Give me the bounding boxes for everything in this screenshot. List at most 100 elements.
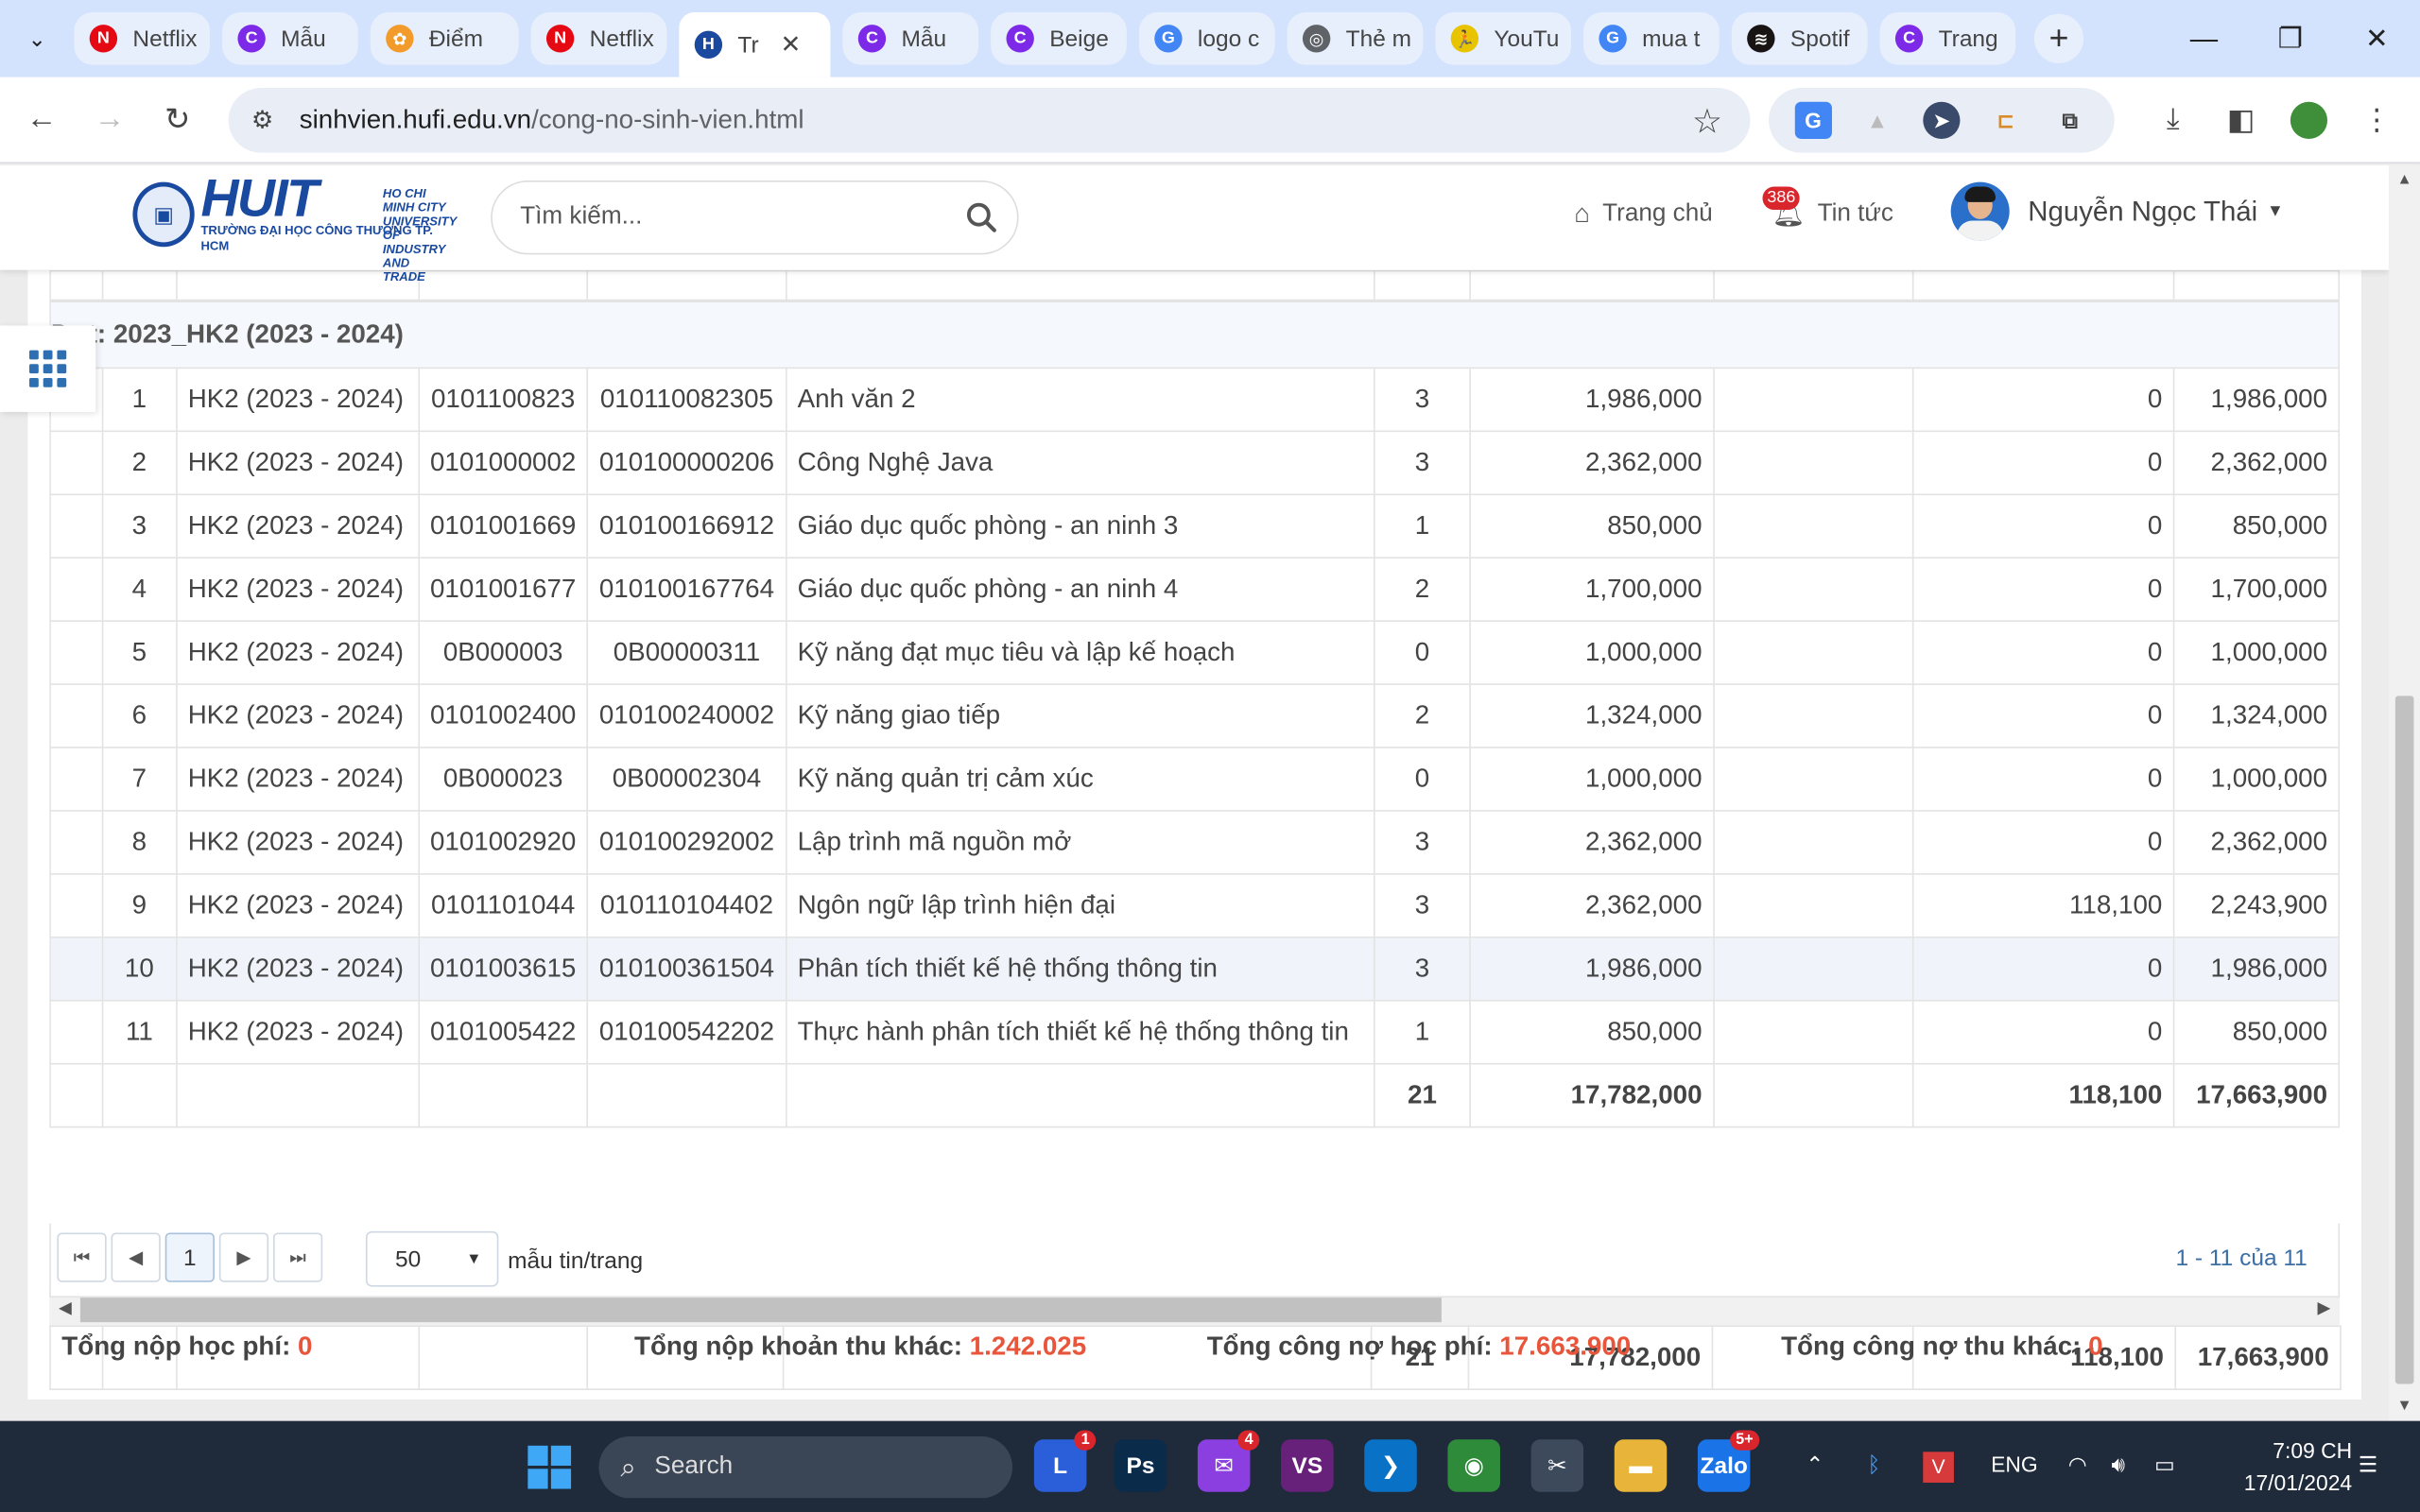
minimize-icon[interactable]: —: [2161, 0, 2247, 77]
browser-tab[interactable]: Glogo c: [1138, 12, 1275, 65]
row-class-code: 010100292002: [586, 810, 787, 875]
row-amount: 1,324,000: [1469, 683, 1715, 748]
restore-icon[interactable]: ❐: [2247, 0, 2333, 77]
vertical-scrollbar[interactable]: ▲ ▼: [2389, 164, 2420, 1421]
url-text[interactable]: sinhvien.hufi.edu.vn/cong-no-sinh-vien.h…: [300, 105, 804, 136]
visual-studio-icon[interactable]: VS: [1281, 1439, 1334, 1492]
close-window-icon[interactable]: ✕: [2334, 0, 2420, 77]
vivaldi-tray-icon[interactable]: V: [1923, 1452, 1954, 1483]
row-course-code: 0101101044: [417, 873, 589, 938]
forward-arrow-icon[interactable]: →: [76, 86, 144, 154]
browser-tab[interactable]: ≋ Spotif: [1731, 12, 1868, 65]
cursor-extension-icon[interactable]: ➤: [1923, 101, 1961, 139]
bookmark-star-icon[interactable]: ☆: [1692, 102, 1722, 142]
user-menu[interactable]: Nguyễn Ngọc Thái ▼: [1950, 181, 2284, 241]
table-row[interactable]: 6 HK2 (2023 - 2024) 0101002400 010100240002…: [49, 683, 2341, 748]
chrome-menu-icon[interactable]: ⋮: [2346, 91, 2408, 149]
table-row[interactable]: 11 HK2 (2023 - 2024) 0101005422 01010054220…: [49, 999, 2341, 1065]
tray-overflow-icon[interactable]: ⌃: [1806, 1452, 1824, 1478]
windows-start-icon[interactable]: [527, 1445, 572, 1489]
scroll-right-icon[interactable]: ▶: [2317, 1297, 2330, 1318]
search-icon[interactable]: [964, 200, 998, 234]
browser-tab[interactable]: C Trang: [1879, 12, 2016, 65]
vertical-scroll-thumb[interactable]: [2394, 696, 2414, 1384]
first-page-button[interactable]: ⏮: [57, 1232, 107, 1282]
last-page-button[interactable]: ⏭: [272, 1232, 323, 1282]
browser-tab[interactable]: ◎ Thẻ m: [1287, 12, 1424, 65]
browser-tab[interactable]: 🏃 YouTu: [1435, 12, 1572, 65]
browser-tab[interactable]: N Netflix: [530, 12, 667, 65]
table-row[interactable]: 7 HK2 (2023 - 2024) 0B000023 0B00002304 Kỹ n…: [49, 747, 2341, 812]
scroll-down-icon[interactable]: ▼: [2397, 1398, 2412, 1415]
horizontal-scroll-thumb[interactable]: [79, 1297, 1442, 1323]
tab-label: Beige: [1049, 25, 1109, 52]
row-class-code: 010100000206: [586, 430, 787, 496]
google-translate-icon[interactable]: G: [1794, 101, 1832, 139]
browser-tab[interactable]: C Mẫu: [842, 12, 979, 65]
table-row[interactable]: 9 HK2 (2023 - 2024) 0101101044 010110104402…: [49, 873, 2341, 938]
vscode-icon[interactable]: ❯: [1364, 1439, 1417, 1492]
language-indicator[interactable]: ENG: [1991, 1452, 2038, 1476]
back-arrow-icon[interactable]: ←: [8, 86, 76, 154]
tab-search-icon[interactable]: ⌄: [0, 0, 74, 77]
browser-tab[interactable]: N Netflix: [74, 12, 211, 65]
huit-logo[interactable]: ▣ HUIT TRƯỜNG ĐẠI HỌC CÔNG THƯƠNG TP. HC…: [132, 173, 457, 284]
teams-icon[interactable]: L1: [1033, 1430, 1097, 1492]
row-index: 6: [101, 683, 178, 748]
side-panel-icon[interactable]: ◧: [2210, 91, 2272, 149]
table-row[interactable]: 8 HK2 (2023 - 2024) 0101002920 010100292002…: [49, 810, 2341, 875]
browser-tab[interactable]: Gmua t: [1583, 12, 1720, 65]
download-icon[interactable]: ⤓: [2142, 91, 2204, 149]
nav-news-link[interactable]: 🔔︎ 386 Tin tức: [1762, 186, 1893, 231]
nav-home-link[interactable]: ⌂ Trang chủ: [1574, 199, 1713, 231]
summary-other-paid: Tổng nộp khoản thu khác: 1.242.025: [634, 1332, 1086, 1363]
ruler-extension-icon[interactable]: ⊏: [1987, 102, 2024, 139]
messenger-icon[interactable]: ✉ 4: [1197, 1430, 1260, 1492]
table-row[interactable]: 2 HK2 (2023 - 2024) 0101000002 010100000206…: [49, 430, 2341, 496]
snipping-tool-icon[interactable]: ✂: [1530, 1439, 1584, 1492]
page-size-select[interactable]: 50 ▼: [365, 1230, 499, 1287]
browser-tab[interactable]: C Mẫu: [222, 12, 358, 65]
table-row[interactable]: 3 HK2 (2023 - 2024) 0101001669 010100166912…: [49, 493, 2341, 559]
browser-tab[interactable]: C Beige: [991, 12, 1127, 65]
close-tab-icon[interactable]: ✕: [780, 29, 801, 60]
summary-other-debt-value: 0: [2088, 1331, 2103, 1361]
address-bar[interactable]: ⚙ sinhvien.hufi.edu.vn/cong-no-sinh-vien…: [228, 88, 1751, 153]
extensions-puzzle-icon[interactable]: ⧉: [2051, 102, 2088, 139]
photoshop-icon[interactable]: Ps: [1114, 1439, 1167, 1492]
profile-avatar-icon[interactable]: [2278, 91, 2340, 149]
table-row[interactable]: 1 HK2 (2023 - 2024) 0101100823 010110082305…: [49, 367, 2341, 433]
taskbar-search[interactable]: ⌕ Search: [598, 1435, 1013, 1499]
next-page-button[interactable]: ▶: [218, 1232, 269, 1282]
notifications-icon[interactable]: ☰: [2359, 1452, 2378, 1478]
file-explorer-icon[interactable]: ▬: [1614, 1439, 1668, 1492]
summary-other-debt: Tổng công nợ thu khác: 0: [1781, 1332, 2102, 1363]
battery-icon[interactable]: ▭: [2154, 1452, 2175, 1478]
scroll-left-icon[interactable]: ◀: [59, 1297, 72, 1318]
row-index: 9: [101, 873, 178, 938]
row-index: 3: [101, 493, 178, 559]
clock[interactable]: 7:09 CH 17/01/2024: [2216, 1435, 2352, 1500]
current-page-button[interactable]: 1: [164, 1232, 215, 1282]
wifi-icon[interactable]: ◠: [2068, 1452, 2087, 1478]
drive-icon[interactable]: ▲: [1858, 102, 1895, 139]
table-row[interactable]: 4 HK2 (2023 - 2024) 0101001677 010100167764…: [49, 557, 2341, 622]
table-row[interactable]: 5 HK2 (2023 - 2024) 0B000003 0B00000311 Kỹ n…: [49, 620, 2341, 685]
table-row[interactable]: 10 HK2 (2023 - 2024) 0101003615 01010036150…: [49, 936, 2341, 1002]
canva-icon: C: [857, 25, 887, 53]
prev-page-button[interactable]: ◀: [111, 1232, 161, 1282]
volume-icon[interactable]: 🔊︎: [2111, 1452, 2124, 1478]
site-search-input[interactable]: [520, 203, 938, 232]
chrome-icon[interactable]: ◉: [1447, 1439, 1500, 1492]
site-info-icon[interactable]: ⚙: [234, 93, 290, 148]
new-tab-button[interactable]: +: [2033, 13, 2084, 63]
reload-icon[interactable]: ↻: [144, 86, 212, 154]
row-course-code: 0101005422: [417, 999, 589, 1065]
browser-tab[interactable]: H Tr ✕: [679, 12, 831, 77]
row-debt: 2,243,900: [2172, 873, 2341, 938]
apps-menu-button[interactable]: [0, 325, 96, 412]
scroll-up-icon[interactable]: ▲: [2397, 171, 2412, 188]
browser-tab[interactable]: ✿ Điểm: [370, 12, 519, 65]
bluetooth-icon[interactable]: ᛒ: [1868, 1452, 1881, 1476]
zalo-icon[interactable]: Zalo 5+: [1697, 1430, 1760, 1492]
